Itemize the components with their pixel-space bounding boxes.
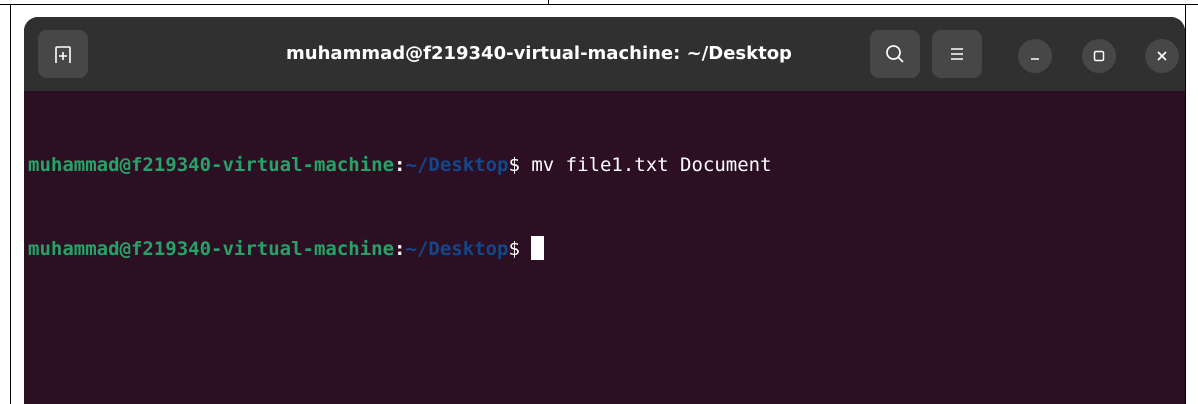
page-right-border [1185,5,1186,404]
prompt-dollar: $ [508,154,520,176]
search-button[interactable] [870,30,920,78]
text-cursor [531,236,545,260]
command-text [520,238,531,260]
search-icon [886,45,904,63]
minimize-icon [1031,58,1039,60]
page-top-border [0,4,1198,5]
document-page: muhammad@f219340-virtual-machine: ~/Desk… [0,0,1198,404]
prompt-path: ~/Desktop [405,238,509,260]
terminal-line: muhammad@f219340-virtual-machine:~/Deskt… [28,151,772,179]
close-icon [1157,51,1167,61]
prompt-user-host: muhammad@f219340-virtual-machine [28,238,395,260]
close-button[interactable] [1145,39,1179,73]
minimize-button[interactable] [1018,39,1052,73]
prompt-colon: : [394,238,406,260]
terminal-window: muhammad@f219340-virtual-machine: ~/Desk… [24,17,1185,404]
window-title: muhammad@f219340-virtual-machine: ~/Desk… [286,43,792,64]
titlebar: muhammad@f219340-virtual-machine: ~/Desk… [24,17,1185,91]
prompt-dollar: $ [508,238,520,260]
hamburger-menu-icon [951,48,963,60]
maximize-icon [1093,50,1105,62]
command-text: mv file1.txt Document [519,154,772,176]
maximize-button[interactable] [1082,39,1116,73]
prompt-user-host: muhammad@f219340-virtual-machine [28,154,395,176]
new-tab-button[interactable] [38,30,88,78]
terminal-line: muhammad@f219340-virtual-machine:~/Deskt… [28,235,772,263]
page-left-border [10,5,11,404]
new-tab-icon [55,46,71,63]
menu-button[interactable] [932,30,982,78]
terminal-output[interactable]: muhammad@f219340-virtual-machine:~/Deskt… [28,95,772,319]
prompt-colon: : [394,154,406,176]
prompt-path: ~/Desktop [405,154,509,176]
